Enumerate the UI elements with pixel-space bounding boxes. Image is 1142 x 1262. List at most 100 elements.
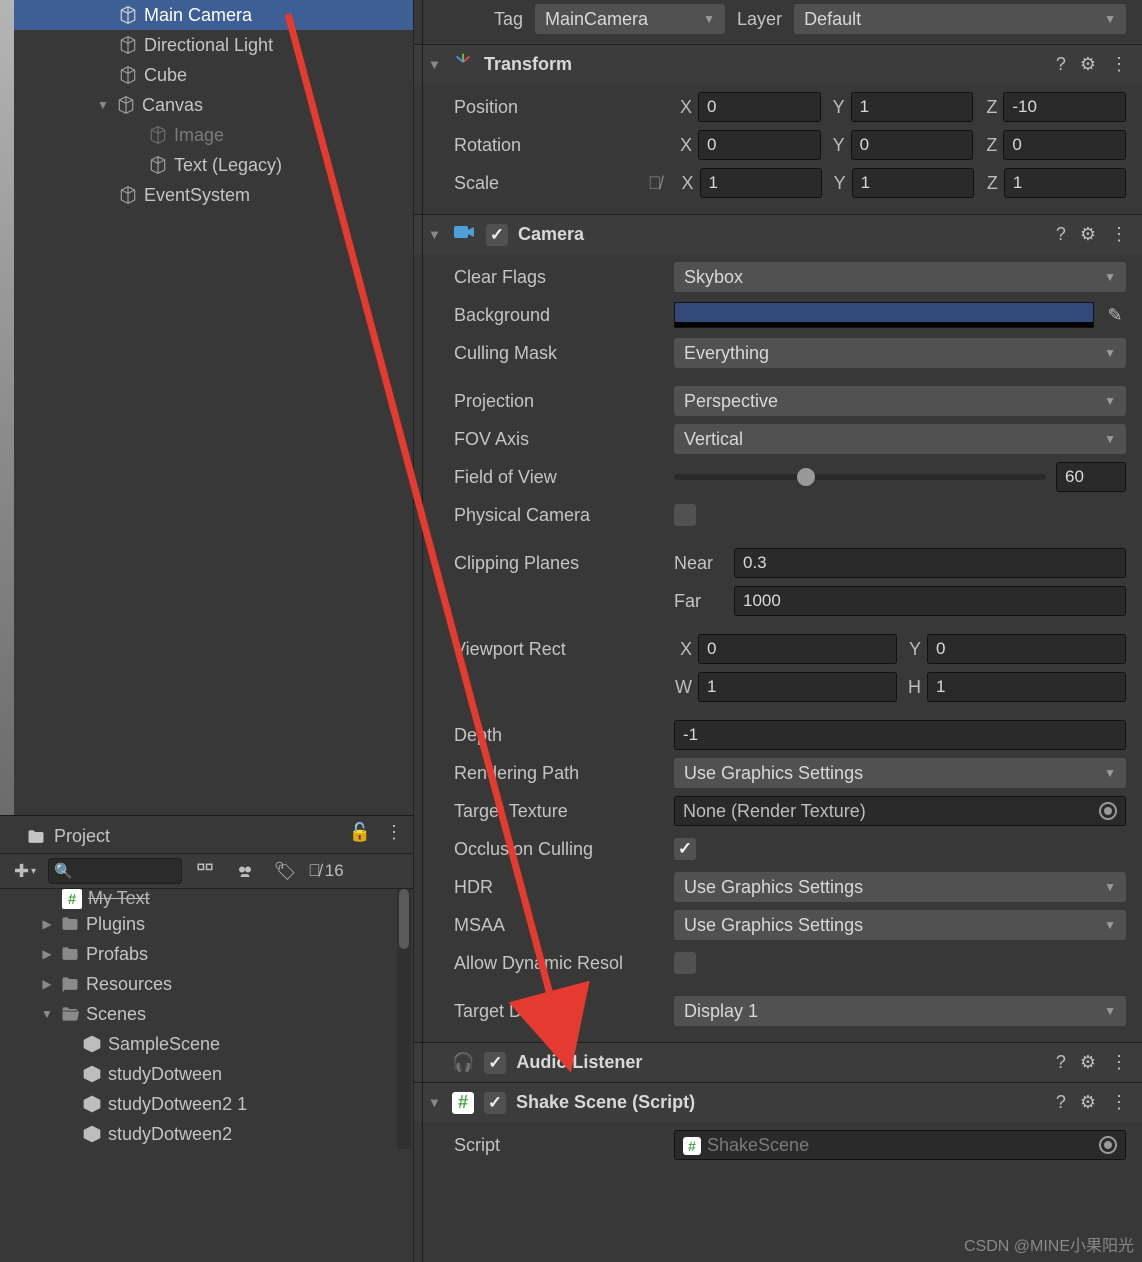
hierarchy-item-directional-light[interactable]: Directional Light — [0, 30, 413, 60]
hidden-icon: 👁̸ — [308, 861, 321, 881]
project-item-studydotween21[interactable]: studyDotween2 1 — [0, 1089, 413, 1119]
project-search[interactable]: 🔍 — [48, 858, 182, 884]
msaa-dropdown[interactable]: Use Graphics Settings▼ — [674, 910, 1126, 940]
audio-listener-enabled-checkbox[interactable]: ✓ — [484, 1052, 506, 1074]
project-item-mytext[interactable]: # My Text — [0, 889, 413, 909]
search-by-type-button[interactable] — [188, 857, 222, 885]
component-header-camera[interactable]: ▼ ✓ Camera ?⚙⋮ — [414, 214, 1142, 254]
project-item-studydotween[interactable]: studyDotween — [0, 1059, 413, 1089]
component-header-audio-listener[interactable]: ▼ 🎧 ✓ Audio Listener ?⚙⋮ — [414, 1042, 1142, 1082]
tag-dropdown[interactable]: MainCamera▼ — [535, 4, 725, 34]
depth-field[interactable] — [674, 720, 1126, 750]
dynamic-resolution-checkbox[interactable] — [674, 952, 696, 974]
viewport-edge — [0, 0, 14, 815]
target-texture-field[interactable]: None (Render Texture) — [674, 796, 1126, 826]
background-color-field[interactable] — [674, 302, 1094, 328]
foldout-arrow-icon[interactable]: ▼ — [40, 1007, 54, 1021]
help-icon[interactable]: ? — [1056, 1092, 1066, 1113]
project-tab-label: Project — [54, 826, 110, 847]
gameobject-icon — [118, 5, 138, 25]
rendering-path-dropdown[interactable]: Use Graphics Settings▼ — [674, 758, 1126, 788]
hierarchy-item-text-legacy[interactable]: Text (Legacy) — [0, 150, 413, 180]
physical-camera-checkbox[interactable] — [674, 504, 696, 526]
hierarchy-item-label: Directional Light — [144, 35, 273, 56]
fov-axis-dropdown[interactable]: Vertical▼ — [674, 424, 1126, 454]
hierarchy-item-label: Main Camera — [144, 5, 252, 26]
position-z-field[interactable] — [1003, 92, 1126, 122]
fov-field[interactable] — [1056, 462, 1126, 492]
save-search-button[interactable]: 🏷 — [268, 857, 302, 885]
project-item-profabs[interactable]: ▶ Profabs — [0, 939, 413, 969]
near-clip-field[interactable] — [734, 548, 1126, 578]
help-icon[interactable]: ? — [1056, 224, 1066, 245]
gameobject-icon — [148, 155, 168, 175]
camera-enabled-checkbox[interactable]: ✓ — [486, 224, 508, 246]
hierarchy-item-cube[interactable]: Cube — [0, 60, 413, 90]
foldout-arrow-icon[interactable]: ▼ — [96, 98, 110, 112]
culling-mask-dropdown[interactable]: Everything▼ — [674, 338, 1126, 368]
component-header-shake-scene[interactable]: ▼ # ✓ Shake Scene (Script) ?⚙⋮ — [414, 1082, 1142, 1122]
rotation-x-field[interactable] — [698, 130, 821, 160]
hierarchy-item-main-camera[interactable]: Main Camera — [0, 0, 413, 30]
viewport-w-field[interactable] — [698, 672, 897, 702]
viewport-x-field[interactable] — [698, 634, 897, 664]
scale-x-field[interactable] — [700, 168, 822, 198]
add-button[interactable]: ✚▾ — [8, 857, 42, 885]
project-scrollbar[interactable] — [397, 889, 411, 1149]
constrain-proportions-icon[interactable]: ⛓̸ — [648, 173, 662, 194]
preset-icon[interactable]: ⚙ — [1080, 54, 1096, 75]
shake-scene-enabled-checkbox[interactable]: ✓ — [484, 1092, 506, 1114]
hdr-dropdown[interactable]: Use Graphics Settings▼ — [674, 872, 1126, 902]
project-item-resources[interactable]: ▶ Resources — [0, 969, 413, 999]
kebab-icon[interactable]: ⋮ — [1110, 54, 1128, 75]
foldout-arrow-icon[interactable]: ▶ — [40, 977, 54, 991]
position-y-field[interactable] — [851, 92, 974, 122]
camera-icon — [452, 222, 476, 247]
viewport-y-field[interactable] — [927, 634, 1126, 664]
clear-flags-dropdown[interactable]: Skybox▼ — [674, 262, 1126, 292]
help-icon[interactable]: ? — [1056, 1052, 1066, 1073]
target-display-dropdown[interactable]: Display 1▼ — [674, 996, 1126, 1026]
tab-project[interactable]: Project — [14, 820, 126, 853]
hierarchy-item-label: Cube — [144, 65, 187, 86]
kebab-icon[interactable]: ⋮ — [385, 822, 403, 843]
hierarchy-item-image[interactable]: Image — [0, 120, 413, 150]
kebab-icon[interactable]: ⋮ — [1110, 1092, 1128, 1113]
occlusion-culling-checkbox[interactable]: ✓ — [674, 838, 696, 860]
kebab-icon[interactable]: ⋮ — [1110, 224, 1128, 245]
eyedropper-icon[interactable]: ✎ — [1104, 305, 1126, 326]
projection-dropdown[interactable]: Perspective▼ — [674, 386, 1126, 416]
hierarchy-item-canvas[interactable]: ▼ Canvas — [0, 90, 413, 120]
far-clip-field[interactable] — [734, 586, 1126, 616]
component-title: Transform — [484, 54, 1046, 75]
layer-dropdown[interactable]: Default▼ — [794, 4, 1126, 34]
project-item-scenes[interactable]: ▼ Scenes — [0, 999, 413, 1029]
lock-icon[interactable]: 🔓 — [349, 822, 371, 843]
fov-slider[interactable] — [674, 474, 1046, 480]
project-item-studydotween2[interactable]: studyDotween2 — [0, 1119, 413, 1149]
foldout-arrow-icon[interactable]: ▼ — [428, 1095, 442, 1110]
hierarchy-item-label: Canvas — [142, 95, 203, 116]
scale-y-field[interactable] — [852, 168, 974, 198]
search-by-label-button[interactable] — [228, 857, 262, 885]
foldout-arrow-icon[interactable]: ▶ — [40, 917, 54, 931]
rotation-y-field[interactable] — [851, 130, 974, 160]
rotation-z-field[interactable] — [1003, 130, 1126, 160]
help-icon[interactable]: ? — [1056, 54, 1066, 75]
foldout-arrow-icon[interactable]: ▶ — [40, 947, 54, 961]
component-header-transform[interactable]: ▼ Transform ? ⚙ ⋮ — [414, 44, 1142, 84]
preset-icon[interactable]: ⚙ — [1080, 224, 1096, 245]
viewport-h-field[interactable] — [927, 672, 1126, 702]
kebab-icon[interactable]: ⋮ — [1110, 1052, 1128, 1073]
foldout-arrow-icon[interactable]: ▼ — [428, 227, 442, 242]
hidden-count[interactable]: 👁̸ 16 — [308, 861, 344, 881]
preset-icon[interactable]: ⚙ — [1080, 1052, 1096, 1073]
preset-icon[interactable]: ⚙ — [1080, 1092, 1096, 1113]
project-item-samplescene[interactable]: SampleScene — [0, 1029, 413, 1059]
scale-z-field[interactable] — [1004, 168, 1126, 198]
hierarchy-item-eventsystem[interactable]: EventSystem — [0, 180, 413, 210]
foldout-arrow-icon[interactable]: ▼ — [428, 57, 442, 72]
project-item-plugins[interactable]: ▶ Plugins — [0, 909, 413, 939]
script-field[interactable]: #ShakeScene — [674, 1130, 1126, 1160]
position-x-field[interactable] — [698, 92, 821, 122]
